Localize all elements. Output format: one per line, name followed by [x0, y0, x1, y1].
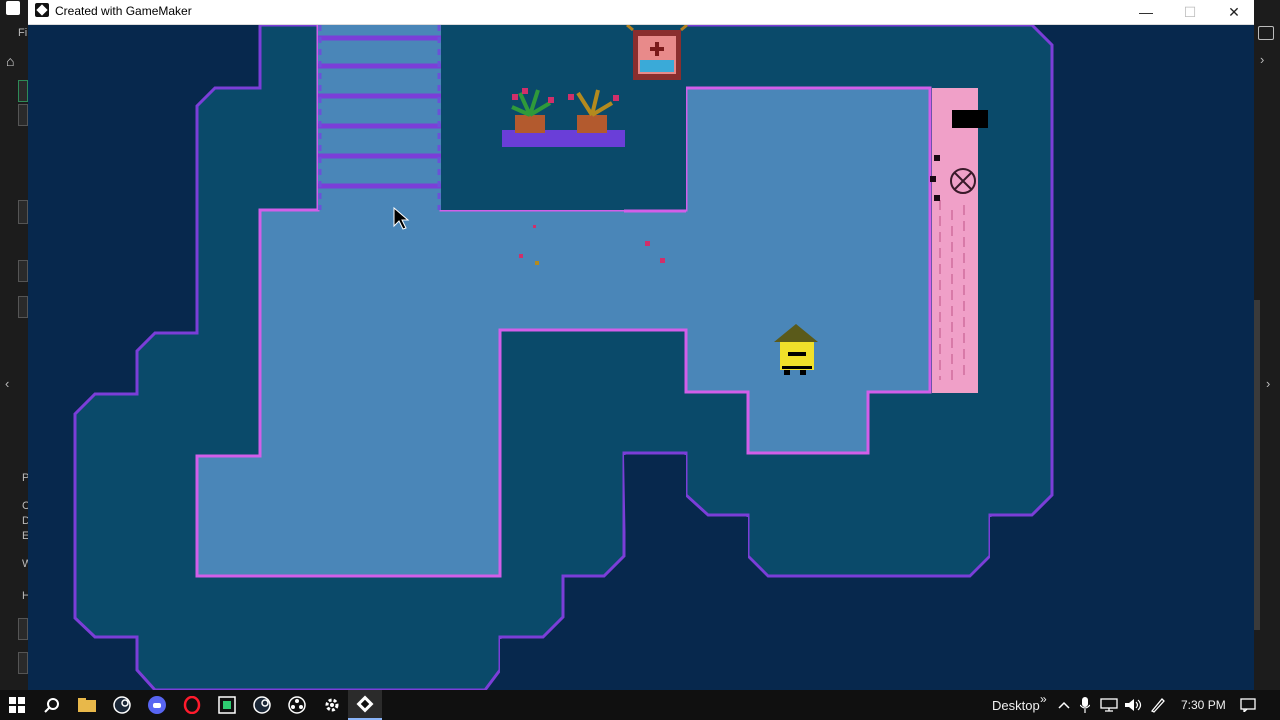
pen-ink-icon[interactable] — [1150, 690, 1166, 720]
gamemaker-icon[interactable] — [210, 690, 244, 720]
desktop-toolbar-label[interactable]: Desktop — [992, 690, 1040, 720]
steam-icon-2[interactable] — [245, 690, 279, 720]
gamemaker-active-icon[interactable] — [348, 690, 382, 720]
window-title: Created with GameMaker — [55, 4, 192, 18]
scrollbar[interactable] — [1254, 300, 1260, 630]
obs-icon[interactable] — [280, 690, 314, 720]
show-hidden-icons-icon[interactable] — [1058, 690, 1070, 720]
bg-widget — [18, 80, 28, 102]
file-explorer-icon[interactable] — [70, 690, 104, 720]
bg-widget — [18, 652, 28, 674]
microphone-icon[interactable] — [1080, 690, 1090, 720]
network-icon[interactable] — [1100, 690, 1118, 720]
expand-arrow-icon[interactable]: › — [1266, 376, 1270, 391]
steam-icon[interactable] — [105, 690, 139, 720]
toolbar-overflow[interactable]: » — [1040, 684, 1047, 714]
background-app-right-strip: › › — [1254, 0, 1280, 690]
gamemaker-logo-icon — [35, 3, 49, 17]
staircase[interactable] — [318, 25, 441, 210]
bg-widget — [18, 260, 28, 282]
next-arrow-icon[interactable]: › — [1260, 52, 1264, 67]
discord-icon[interactable] — [140, 690, 174, 720]
bg-widget — [18, 296, 28, 318]
volume-icon[interactable] — [1124, 690, 1142, 720]
chat-icon[interactable] — [1258, 26, 1274, 40]
opera-icon[interactable] — [175, 690, 209, 720]
wall-painting[interactable] — [626, 25, 688, 80]
window-titlebar[interactable]: Created with GameMaker — ☐ ✕ — [28, 0, 1254, 25]
taskbar: Desktop » 7:30 PM — [0, 690, 1280, 720]
windows-start-icon[interactable] — [0, 690, 34, 720]
clock[interactable]: 7:30 PM — [1181, 690, 1226, 720]
background-app-left-strip: Fi ⌂ ‹ P C D E W H — [0, 0, 32, 690]
settings-icon[interactable] — [315, 690, 349, 720]
background-app-icon — [6, 1, 20, 15]
bg-letter-0: Fi — [18, 27, 28, 39]
maximize-button[interactable]: ☐ — [1168, 0, 1212, 24]
minimize-button[interactable]: — — [1124, 0, 1168, 24]
home-icon[interactable]: ⌂ — [6, 53, 22, 69]
game-scene — [73, 25, 1054, 690]
bg-widget — [18, 200, 28, 224]
notifications-icon[interactable] — [1240, 690, 1256, 720]
game-viewport[interactable] — [28, 25, 1254, 690]
search-icon[interactable] — [35, 690, 69, 720]
bg-widget — [18, 618, 28, 640]
bg-widget — [18, 104, 28, 126]
collapse-arrow-icon[interactable]: ‹ — [5, 376, 9, 391]
close-button[interactable]: ✕ — [1212, 0, 1256, 24]
